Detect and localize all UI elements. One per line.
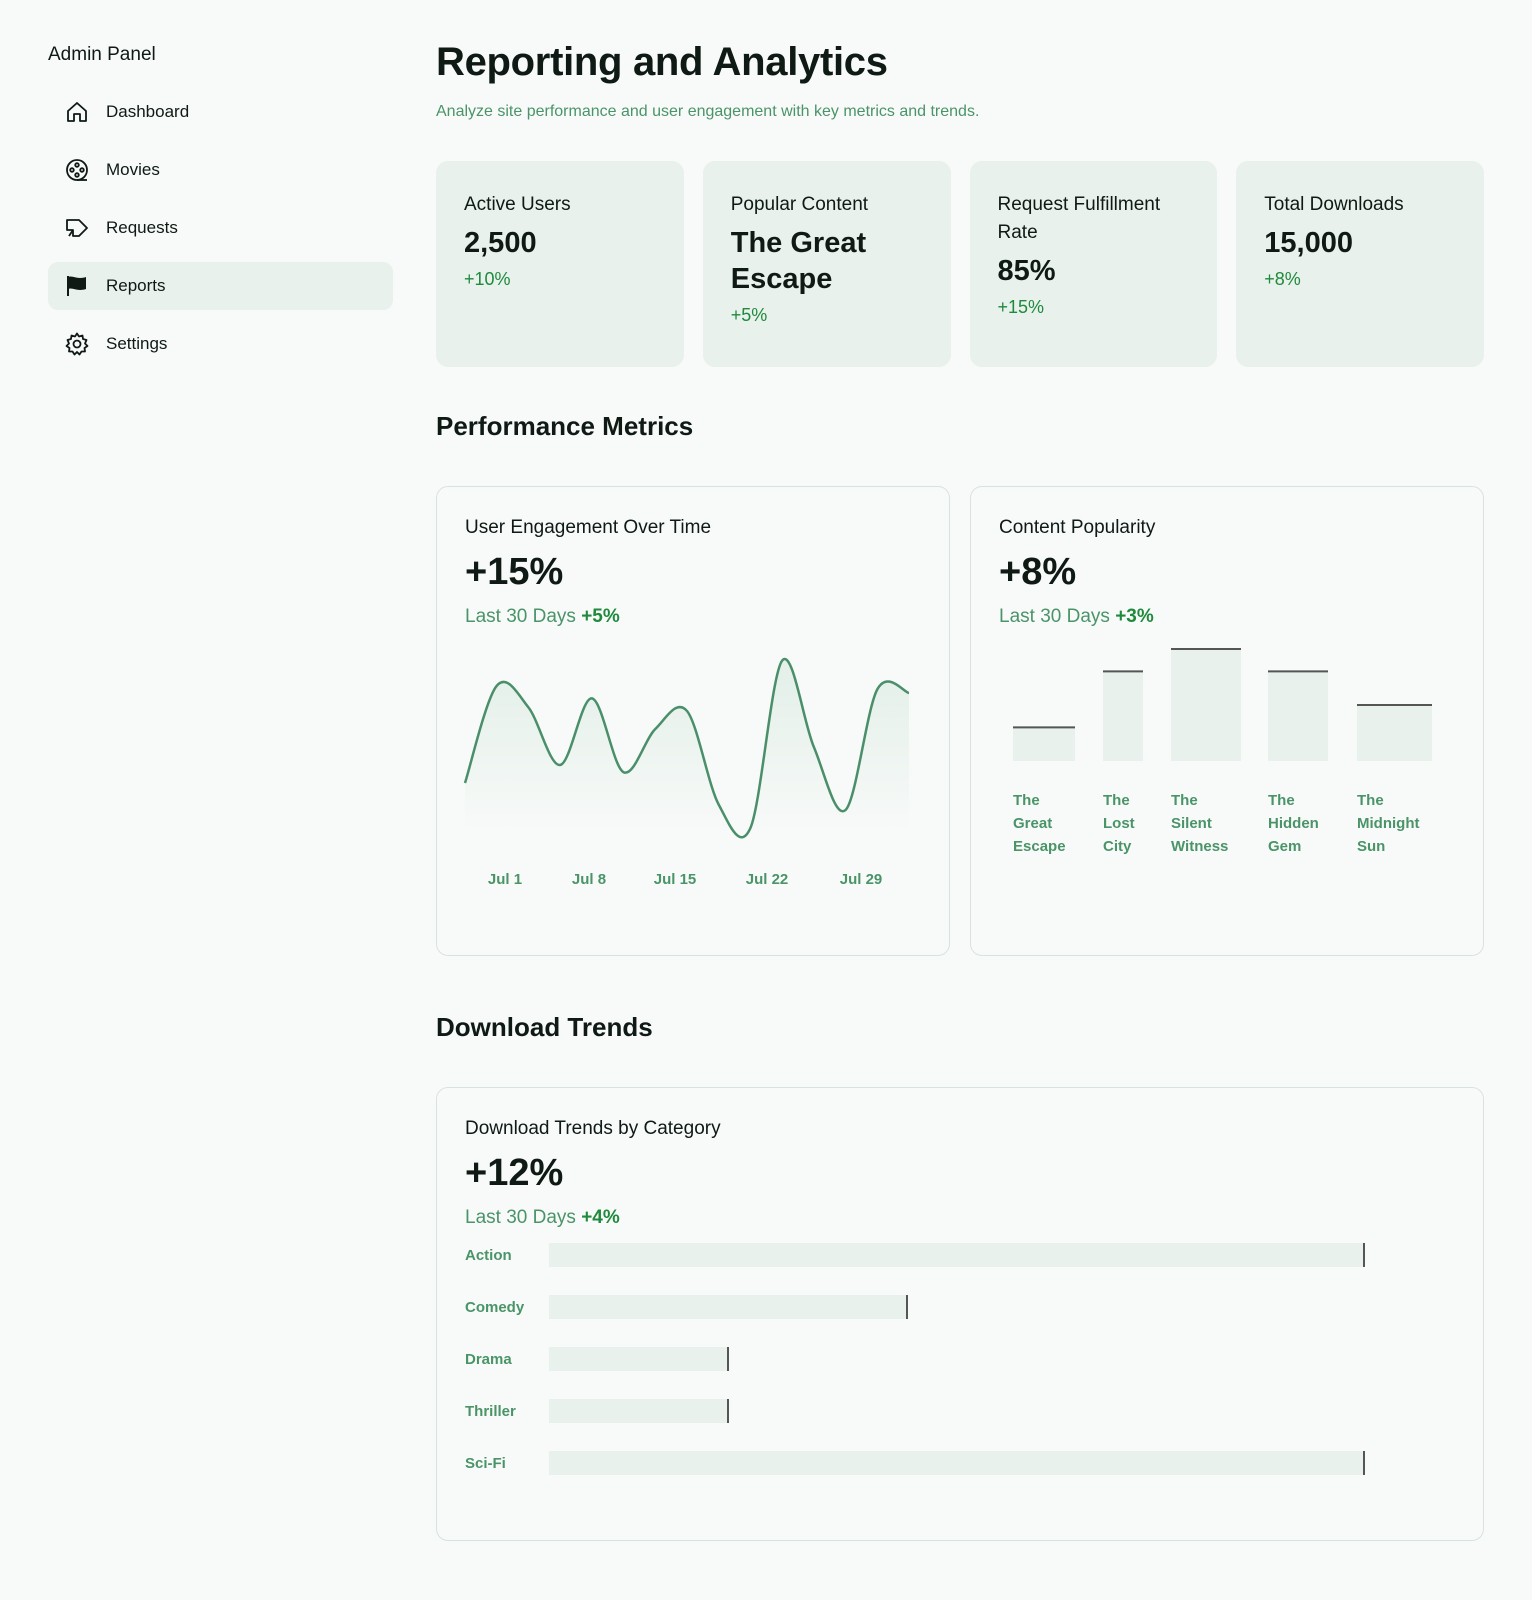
sidebar-item-label: Reports xyxy=(106,276,166,295)
bar-category-label: The Hidden Gem xyxy=(1268,792,1319,855)
panel-value: +15% xyxy=(465,551,564,593)
hbar-category-label: Thriller xyxy=(465,1402,516,1420)
hbar xyxy=(549,1347,729,1371)
stat-card-request-fulfillment: Request Fulfillment Rate 85% +15% xyxy=(969,161,1218,367)
panel-period: Last 30 Days +5% xyxy=(465,606,921,628)
x-tick-label: Jul 1 xyxy=(488,871,522,888)
stats-row: Active Users 2,500 +10% Popular Content … xyxy=(436,161,1484,367)
hbar-track xyxy=(549,1295,1365,1319)
hbar-row: Drama xyxy=(465,1347,1455,1371)
main-content: Reporting and Analytics Analyze site per… xyxy=(436,40,1484,1541)
stat-change: +8% xyxy=(1264,269,1301,289)
x-tick-label: Jul 8 xyxy=(572,871,606,888)
bar xyxy=(1103,671,1143,761)
engagement-panel: User Engagement Over Time +15% Last 30 D… xyxy=(436,486,950,956)
stat-card-popular-content: Popular Content The Great Escape +5% xyxy=(702,161,951,367)
page-subtitle: Analyze site performance and user engage… xyxy=(436,103,980,120)
bar xyxy=(1013,727,1075,761)
performance-panels: User Engagement Over Time +15% Last 30 D… xyxy=(436,486,1484,956)
home-icon xyxy=(64,99,90,125)
sidebar: Admin Panel Dashboard Movies Requests Re… xyxy=(48,44,393,378)
x-tick-label: Jul 15 xyxy=(654,871,697,888)
panel-title: Content Popularity xyxy=(999,517,1156,538)
sidebar-item-settings[interactable]: Settings xyxy=(48,320,393,368)
download-trends-panel: Download Trends by Category +12% Last 30… xyxy=(436,1087,1484,1541)
period-label: Last 30 Days xyxy=(465,1207,576,1228)
sidebar-item-label: Settings xyxy=(106,334,168,353)
panel-period: Last 30 Days +3% xyxy=(999,606,1455,628)
sidebar-item-label: Dashboard xyxy=(106,102,190,121)
stat-value: The Great Escape xyxy=(730,227,867,295)
stat-label: Request Fulfillment Rate xyxy=(997,194,1161,243)
gear-icon xyxy=(64,331,90,357)
stat-value: 85% xyxy=(997,255,1056,287)
panel-title: Download Trends by Category xyxy=(465,1118,721,1139)
hbar xyxy=(549,1451,1365,1475)
stat-change: +5% xyxy=(730,305,768,325)
hbar-track xyxy=(549,1451,1365,1475)
flag-icon xyxy=(64,273,90,299)
film-reel-icon xyxy=(64,157,90,183)
app-title: Admin Panel xyxy=(48,44,156,65)
panel-value: +8% xyxy=(999,551,1077,593)
panel-value: +12% xyxy=(465,1152,564,1194)
hbar-category-label: Action xyxy=(465,1246,512,1264)
period-change: +3% xyxy=(1115,606,1154,627)
stat-label: Total Downloads xyxy=(1264,194,1404,215)
hbar-category-label: Comedy xyxy=(465,1298,525,1316)
hbar-category-label: Drama xyxy=(465,1350,512,1368)
bar-category-label: The Great Escape xyxy=(1013,792,1066,855)
hbar xyxy=(549,1243,1365,1267)
hbar-track xyxy=(549,1399,1365,1423)
download-hbar-chart: Action Comedy Drama Thriller Sci-Fi xyxy=(465,1243,1455,1475)
hbar-track xyxy=(549,1347,1365,1371)
bar-category-label: The Silent Witness xyxy=(1171,792,1228,855)
panel-period: Last 30 Days +4% xyxy=(465,1207,1455,1229)
bar-category-label: The Lost City xyxy=(1103,792,1135,855)
popularity-bar-chart: The Great Escape The Lost City The Silent Witnes… xyxy=(1013,648,1432,855)
hbar-row: Thriller xyxy=(465,1399,1455,1423)
megaphone-icon xyxy=(64,215,90,241)
stat-change: +10% xyxy=(464,269,511,289)
hbar-row: Action xyxy=(465,1243,1455,1267)
section-title-downloads: Download Trends xyxy=(436,1012,653,1042)
hbar-row: Comedy xyxy=(465,1295,1455,1319)
period-change: +5% xyxy=(581,606,620,627)
hbar-row: Sci-Fi xyxy=(465,1451,1455,1475)
hbar xyxy=(549,1399,729,1423)
stat-change: +15% xyxy=(997,297,1045,317)
stat-card-total-downloads: Total Downloads 15,000 +8% xyxy=(1236,161,1484,367)
panel-title: User Engagement Over Time xyxy=(465,517,712,538)
popularity-panel: Content Popularity +8% Last 30 Days +3% … xyxy=(970,486,1484,956)
stat-label: Popular Content xyxy=(730,194,869,215)
stat-value: 15,000 xyxy=(1264,227,1353,259)
sidebar-item-label: Movies xyxy=(106,160,160,179)
engagement-line-chart: Jul 1 Jul 8 Jul 15 Jul 22 Jul 29 xyxy=(463,657,910,888)
section-title-performance: Performance Metrics xyxy=(436,411,694,441)
sidebar-item-requests[interactable]: Requests xyxy=(48,204,393,252)
stat-label: Active Users xyxy=(464,194,571,215)
page-title: Reporting and Analytics xyxy=(436,40,888,84)
stat-value: 2,500 xyxy=(464,227,537,259)
hbar-track xyxy=(549,1243,1365,1267)
x-tick-label: Jul 22 xyxy=(746,871,789,888)
hbar xyxy=(549,1295,909,1319)
hbar-category-label: Sci-Fi xyxy=(465,1454,506,1472)
period-label: Last 30 Days xyxy=(465,606,576,627)
period-label: Last 30 Days xyxy=(999,606,1110,627)
sidebar-item-reports[interactable]: Reports xyxy=(48,262,393,310)
period-change: +4% xyxy=(581,1207,620,1228)
bar xyxy=(1171,649,1241,761)
sidebar-item-label: Requests xyxy=(106,218,178,237)
bar-category-label: The Midnight Sun xyxy=(1357,792,1419,855)
sidebar-item-dashboard[interactable]: Dashboard xyxy=(48,88,393,136)
bar xyxy=(1357,705,1432,761)
bar xyxy=(1268,671,1328,761)
x-tick-label: Jul 29 xyxy=(840,871,883,888)
stat-card-active-users: Active Users 2,500 +10% xyxy=(436,161,684,367)
sidebar-item-movies[interactable]: Movies xyxy=(48,146,393,194)
